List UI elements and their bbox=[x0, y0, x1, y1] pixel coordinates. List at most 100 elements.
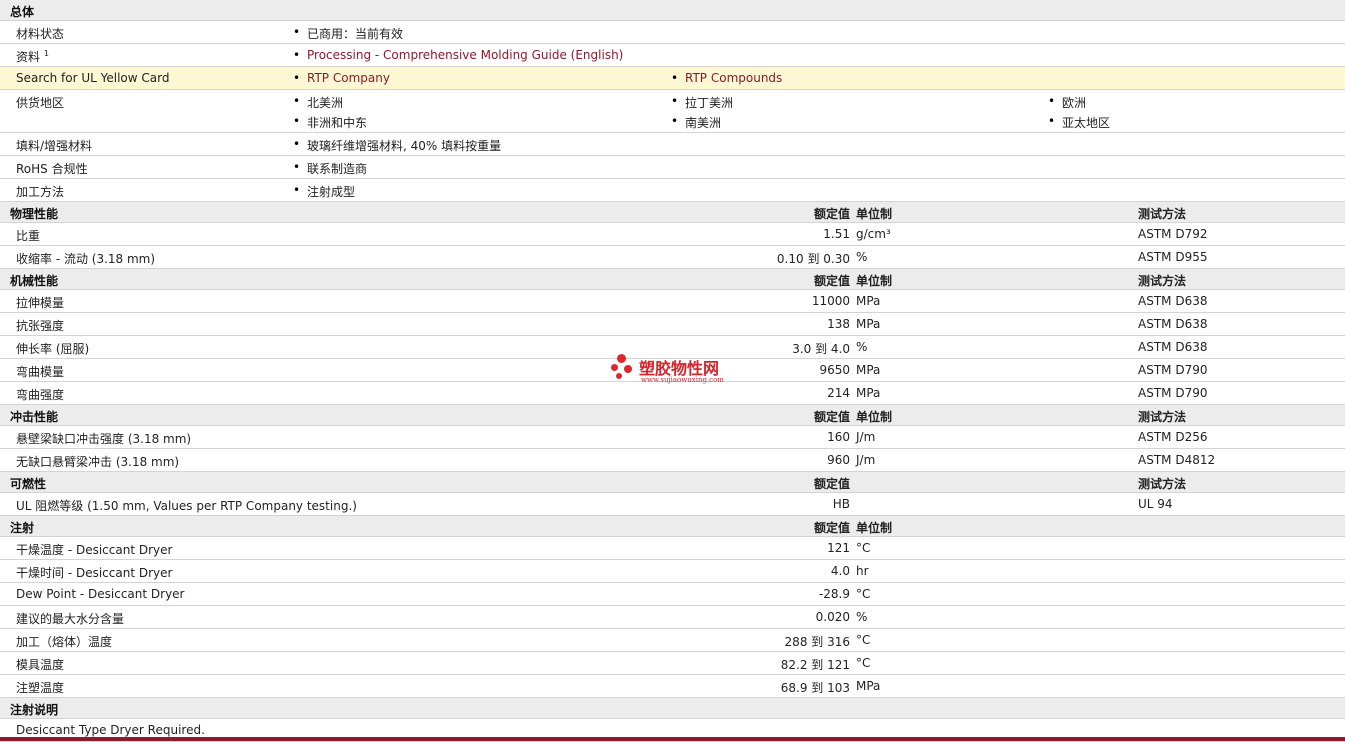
property-value: 121 bbox=[827, 541, 850, 555]
property-value: 3.0 到 4.0 bbox=[792, 342, 850, 356]
property-label: 建议的最大水分含量 bbox=[16, 612, 125, 626]
property-unit: MPa bbox=[856, 679, 881, 693]
yellow-card-item: RTP Company bbox=[293, 71, 390, 85]
property-label: 注塑温度 bbox=[16, 681, 65, 695]
section-header-flammability: 可燃性 额定值 测试方法 bbox=[0, 472, 1345, 493]
property-label: 弯曲模量 bbox=[16, 365, 65, 379]
row-value: 已商用：当前有效 bbox=[293, 25, 403, 42]
property-method: UL 94 bbox=[1138, 497, 1173, 511]
section-title: 物理性能 bbox=[10, 207, 59, 221]
property-unit: MPa bbox=[856, 294, 881, 308]
property-row: UL 阻燃等级 (1.50 mm, Values per RTP Company… bbox=[0, 493, 1345, 516]
property-label: 干燥时间 - Desiccant Dryer bbox=[16, 566, 173, 580]
yellow-card-link-rtp-company[interactable]: RTP Company bbox=[307, 71, 390, 85]
footnote-marker: 1 bbox=[43, 49, 49, 58]
section-header-impact: 冲击性能 额定值 单位制 测试方法 bbox=[0, 405, 1345, 426]
row-yellow-card: Search for UL Yellow Card RTP Company RT… bbox=[0, 67, 1345, 90]
property-label: Dew Point - Desiccant Dryer bbox=[16, 587, 185, 601]
resource-link[interactable]: Processing - Comprehensive Molding Guide… bbox=[307, 48, 623, 62]
property-method: ASTM D955 bbox=[1138, 250, 1208, 264]
section-title: 总体 bbox=[10, 5, 35, 19]
section-title: 冲击性能 bbox=[10, 410, 59, 424]
note-text: Desiccant Type Dryer Required. bbox=[16, 723, 205, 737]
property-row: 比重 1.51 g/cm³ ASTM D792 bbox=[0, 223, 1345, 246]
property-label: 抗张强度 bbox=[16, 319, 65, 333]
property-unit: % bbox=[856, 250, 868, 264]
col-header-method: 测试方法 bbox=[1138, 477, 1187, 491]
property-value: 214 bbox=[827, 386, 850, 400]
region-item: 亚太地区 bbox=[1048, 114, 1110, 131]
property-row: 注塑温度 68.9 到 103 MPa bbox=[0, 675, 1345, 698]
property-value: HB bbox=[832, 497, 850, 511]
section-header-mechanical: 机械性能 额定值 单位制 测试方法 bbox=[0, 269, 1345, 290]
property-row: 模具温度 82.2 到 121 °C bbox=[0, 652, 1345, 675]
resource-item: Processing - Comprehensive Molding Guide… bbox=[293, 48, 623, 62]
watermark-url: www.sujiaowuxing.com bbox=[641, 376, 724, 384]
property-unit: °C bbox=[856, 541, 871, 555]
property-row: 加工（熔体）温度 288 到 316 °C bbox=[0, 629, 1345, 652]
row-processing-method: 加工方法 注射成型 bbox=[0, 179, 1345, 202]
section-title: 注射说明 bbox=[10, 703, 59, 717]
property-row: 拉伸模量 11000 MPa ASTM D638 bbox=[0, 290, 1345, 313]
property-value: 1.51 bbox=[823, 227, 850, 241]
footer-bar bbox=[0, 737, 1345, 741]
property-unit: % bbox=[856, 340, 868, 354]
yellow-card-item: RTP Compounds bbox=[671, 71, 782, 85]
property-unit: MPa bbox=[856, 317, 881, 331]
col-header-unit: 单位制 bbox=[856, 274, 893, 288]
region-item: 南美洲 bbox=[671, 114, 721, 131]
region-item: 欧洲 bbox=[1048, 94, 1086, 111]
region-item: 北美洲 bbox=[293, 94, 343, 111]
col-header-method: 测试方法 bbox=[1138, 274, 1187, 288]
property-unit: °C bbox=[856, 587, 871, 601]
row-value: 玻璃纤维增强材料, 40% 填料按重量 bbox=[293, 137, 501, 154]
col-header-value: 额定值 bbox=[813, 477, 850, 491]
property-label: 伸长率 (屈服) bbox=[16, 342, 90, 356]
property-label: 干燥温度 - Desiccant Dryer bbox=[16, 543, 173, 557]
property-method: ASTM D638 bbox=[1138, 294, 1208, 308]
row-label: Search for UL Yellow Card bbox=[16, 71, 170, 85]
row-material-status: 材料状态 已商用：当前有效 bbox=[0, 21, 1345, 44]
property-unit: hr bbox=[856, 564, 869, 578]
section-header-physical: 物理性能 额定值 单位制 测试方法 bbox=[0, 202, 1345, 223]
property-value: 0.020 bbox=[815, 610, 850, 624]
col-header-value: 额定值 bbox=[813, 207, 850, 221]
property-unit: g/cm³ bbox=[856, 227, 891, 241]
property-row: 悬壁梁缺口冲击强度 (3.18 mm) 160 J/m ASTM D256 bbox=[0, 426, 1345, 449]
col-header-value: 额定值 bbox=[813, 521, 850, 535]
row-label: RoHS 合规性 bbox=[16, 162, 88, 176]
property-label: 拉伸模量 bbox=[16, 296, 65, 310]
section-title: 注射 bbox=[10, 521, 35, 535]
section-title: 可燃性 bbox=[10, 477, 47, 491]
row-label: 材料状态 bbox=[16, 27, 65, 41]
property-unit: % bbox=[856, 610, 868, 624]
property-value: 0.10 到 0.30 bbox=[776, 252, 850, 266]
row-label: 资料 1 bbox=[16, 49, 49, 64]
property-unit: J/m bbox=[856, 453, 876, 467]
property-method: ASTM D792 bbox=[1138, 227, 1208, 241]
property-row: 收缩率 - 流动 (3.18 mm) 0.10 到 0.30 % ASTM D9… bbox=[0, 246, 1345, 269]
property-row: Dew Point - Desiccant Dryer -28.9 °C bbox=[0, 583, 1345, 606]
row-regions: 供货地区 北美洲 拉丁美洲 欧洲 非洲和中东 南美洲 亚太地区 bbox=[0, 90, 1345, 133]
property-row: 抗张强度 138 MPa ASTM D638 bbox=[0, 313, 1345, 336]
property-method: ASTM D790 bbox=[1138, 363, 1208, 377]
property-method: ASTM D256 bbox=[1138, 430, 1208, 444]
yellow-card-link-rtp-compounds[interactable]: RTP Compounds bbox=[685, 71, 782, 85]
col-header-unit: 单位制 bbox=[856, 410, 893, 424]
region-item: 拉丁美洲 bbox=[671, 94, 733, 111]
property-label: UL 阻燃等级 (1.50 mm, Values per RTP Company… bbox=[16, 499, 357, 513]
property-value: 11000 bbox=[811, 294, 850, 308]
row-value: 注射成型 bbox=[293, 183, 355, 200]
property-label: 加工（熔体）温度 bbox=[16, 635, 113, 649]
property-method: ASTM D790 bbox=[1138, 386, 1208, 400]
property-value: 9650 bbox=[819, 363, 850, 377]
property-label: 无缺口悬臂梁冲击 (3.18 mm) bbox=[16, 455, 180, 469]
property-row: 建议的最大水分含量 0.020 % bbox=[0, 606, 1345, 629]
property-value: 160 bbox=[827, 430, 850, 444]
region-item: 非洲和中东 bbox=[293, 114, 367, 131]
property-method: ASTM D4812 bbox=[1138, 453, 1216, 467]
col-header-unit: 单位制 bbox=[856, 207, 893, 221]
property-row: 干燥时间 - Desiccant Dryer 4.0 hr bbox=[0, 560, 1345, 583]
property-value: 138 bbox=[827, 317, 850, 331]
row-resources: 资料 1 Processing - Comprehensive Molding … bbox=[0, 44, 1345, 67]
